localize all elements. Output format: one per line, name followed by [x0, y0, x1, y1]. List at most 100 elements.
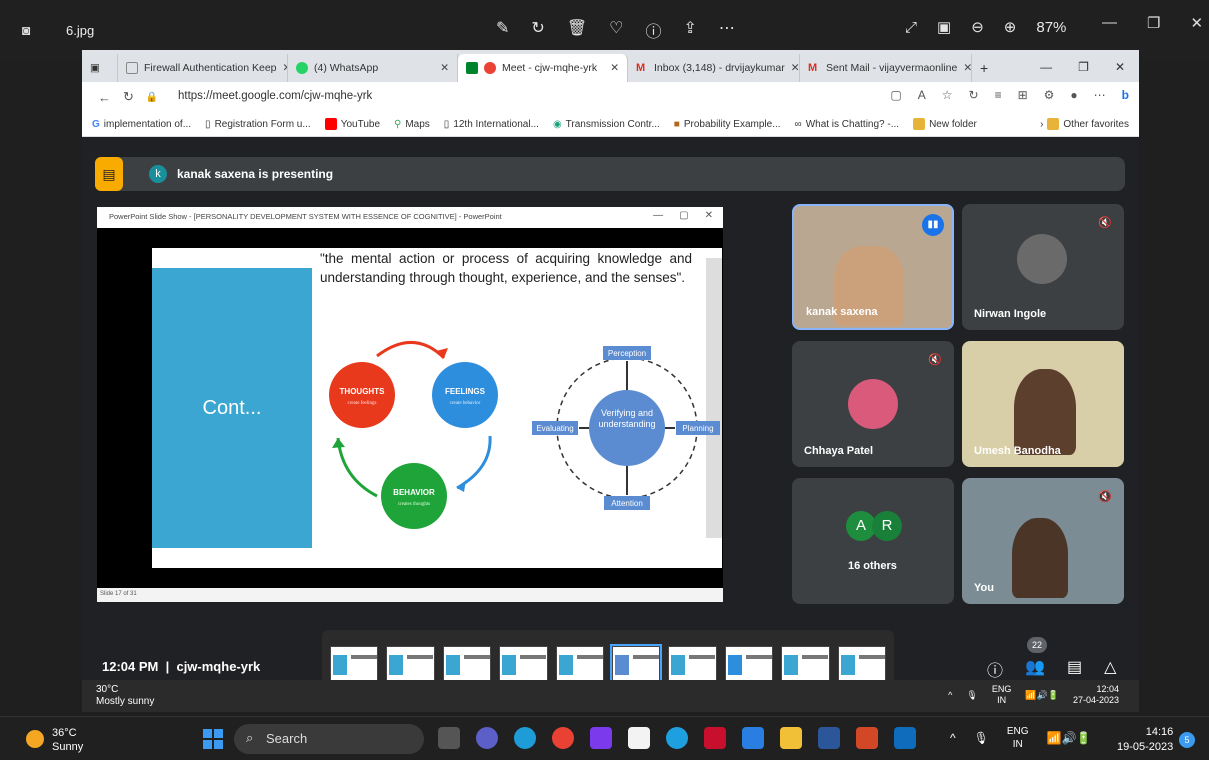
mic-icon[interactable]: 🎙 [974, 731, 989, 745]
ring-center: Verifying and understanding [598, 408, 656, 429]
close-tab-icon[interactable]: ✕ [963, 62, 971, 74]
chat-icon[interactable]: ▤ [1067, 657, 1082, 681]
video-feed [1014, 369, 1076, 455]
gmail-icon: M [636, 62, 646, 74]
bookmark-item[interactable]: ▯ 12th International... [444, 119, 539, 130]
slide: Cont... "the mental action or process of… [97, 228, 723, 588]
tab-actions-icon[interactable]: ▣ [82, 54, 118, 82]
language-indicator[interactable]: ENG IN [992, 684, 1012, 706]
bookmark-item[interactable]: Gimplementation of... [92, 119, 191, 130]
chevron-up-icon[interactable]: ^ [948, 690, 952, 700]
tab-whatsapp[interactable]: (4) WhatsApp ✕ [288, 54, 458, 82]
ring-top: Perception [608, 349, 646, 358]
page-icon: ▯ [205, 118, 211, 130]
tab-sent-mail[interactable]: M Sent Mail - vijayvermaonline ✕ [800, 54, 972, 82]
edge-icon[interactable] [514, 727, 536, 749]
close-icon[interactable]: ✕ [1190, 14, 1203, 32]
people-icon[interactable]: 👥 [1025, 657, 1045, 681]
favorite-star-icon[interactable]: ☆ [942, 88, 953, 102]
fullscreen-icon[interactable]: ⤢ [905, 19, 917, 36]
profile-icon[interactable]: ● [1070, 88, 1077, 102]
zoom-level: 87% [1036, 18, 1067, 36]
zoom-in-icon[interactable]: ⊕ [1004, 18, 1017, 36]
new-tab-button[interactable]: + [972, 54, 1002, 82]
delete-icon[interactable]: 🗑 [567, 18, 587, 42]
minimize-icon[interactable]: — [1040, 60, 1052, 74]
bookmark-item[interactable]: ∞ What is Chatting? -... [795, 119, 900, 130]
tab-inbox[interactable]: M Inbox (3,148) - drvijaykumar ✕ [628, 54, 800, 82]
refresh-page-icon[interactable]: ↻ [969, 88, 979, 102]
fit-icon[interactable]: ▣ [937, 18, 951, 36]
collections-icon[interactable]: ⊞ [1018, 88, 1028, 102]
mic-icon[interactable]: 🎙 [966, 690, 977, 701]
participant-tile[interactable]: Umesh Banodha [962, 341, 1124, 467]
behavior-label: BEHAVIOR [393, 488, 435, 497]
teams-icon[interactable] [476, 727, 498, 749]
extensions-icon[interactable]: ⚙ [1044, 88, 1055, 102]
close-tab-icon[interactable]: ✕ [791, 62, 799, 74]
more-icon[interactable]: ⋯ [1094, 88, 1106, 102]
taskbar-clock[interactable]: 14:16 19-05-2023 [1117, 725, 1173, 755]
bookmark-item[interactable]: ■ Probability Example... [674, 119, 781, 130]
tab-firewall[interactable]: Firewall Authentication Keep✕ [118, 54, 288, 82]
participant-tile[interactable]: 🔇 You [962, 478, 1124, 604]
restore-icon[interactable]: ❐ [1078, 60, 1089, 74]
zoom-out-icon[interactable]: ⊖ [971, 18, 984, 36]
close-tab-icon[interactable]: ✕ [610, 62, 619, 74]
weather-widget[interactable]: 36°C Sunny [52, 726, 83, 754]
app-icon[interactable] [666, 727, 688, 749]
wifi-volume-battery-icon[interactable]: 📶🔊🔋 [1025, 690, 1059, 701]
language-indicator[interactable]: ENG IN [1007, 725, 1029, 751]
windows-start-icon[interactable] [203, 729, 223, 749]
bookmark-item[interactable]: YouTube [324, 118, 380, 130]
favorite-icon[interactable]: ♡ [609, 18, 623, 42]
calculator-icon[interactable] [628, 727, 650, 749]
file-explorer-icon[interactable] [780, 727, 802, 749]
visual-studio-icon[interactable] [590, 727, 612, 749]
refresh-icon[interactable]: ↻ [123, 89, 134, 105]
wifi-volume-battery-icon[interactable]: 📶🔊🔋 [1047, 731, 1092, 745]
restore-icon[interactable]: ❐ [1147, 14, 1160, 32]
participant-tile[interactable]: ▮▮ kanak saxena [792, 204, 954, 330]
app-icon[interactable] [742, 727, 764, 749]
close-icon[interactable]: ✕ [1115, 60, 1125, 74]
close-tab-icon[interactable]: ✕ [440, 62, 449, 74]
bookmark-item[interactable]: ▯ Registration Form u... [205, 119, 311, 130]
participant-tile[interactable]: 🔇 Chhaya Patel [792, 341, 954, 467]
restore-icon: ▢ [679, 210, 689, 221]
bookmark-item[interactable]: ⚲ Maps [394, 119, 430, 130]
notification-badge[interactable]: 5 [1179, 732, 1195, 748]
url-field[interactable]: https://meet.google.com/cjw-mqhe-yrk [178, 90, 372, 102]
rotate-icon[interactable]: ↻ [531, 18, 544, 42]
info-icon[interactable]: ⓘ [645, 18, 661, 42]
search-box[interactable]: ⌕ Search [234, 724, 424, 754]
read-aloud-icon[interactable]: A [918, 88, 926, 102]
favorites-icon[interactable]: ≡ [995, 88, 1002, 102]
powerpoint-icon[interactable] [856, 727, 878, 749]
inner-clock[interactable]: 12:04 27-04-2023 [1073, 684, 1119, 706]
activities-icon[interactable]: △ [1104, 657, 1116, 681]
share-icon[interactable]: ⇪ [683, 18, 696, 42]
participant-tile[interactable]: A R 16 others [792, 478, 954, 604]
bookmark-item[interactable]: New folder [913, 118, 977, 130]
word-icon[interactable] [818, 727, 840, 749]
mcafee-icon[interactable] [704, 727, 726, 749]
chrome-icon[interactable] [552, 727, 574, 749]
meet-icon [466, 62, 478, 74]
bookmark-item[interactable]: ◉ Transmission Contr... [553, 119, 660, 130]
other-favorites[interactable]: › Other favorites [1040, 118, 1139, 130]
edit-icon[interactable]: ✎ [496, 18, 509, 42]
app-icon[interactable]: ▢ [890, 88, 901, 102]
info-icon[interactable]: ⓘ [987, 657, 1003, 681]
participant-tile[interactable]: 🔇 Nirwan Ingole [962, 204, 1124, 330]
photos-icon[interactable] [894, 727, 916, 749]
minimize-icon[interactable]: — [1102, 14, 1117, 32]
present-icon[interactable]: ▤ [95, 157, 123, 191]
back-icon[interactable]: ← [98, 90, 111, 105]
bing-icon[interactable]: b [1122, 88, 1129, 102]
tab-meet[interactable]: Meet - cjw-mqhe-yrk ✕ [458, 54, 628, 82]
task-view-icon[interactable] [438, 727, 460, 749]
more-icon[interactable]: ⋯ [719, 18, 735, 42]
chevron-up-icon[interactable]: ^ [950, 731, 956, 745]
slide-status: Slide 17 of 31 [97, 588, 723, 602]
